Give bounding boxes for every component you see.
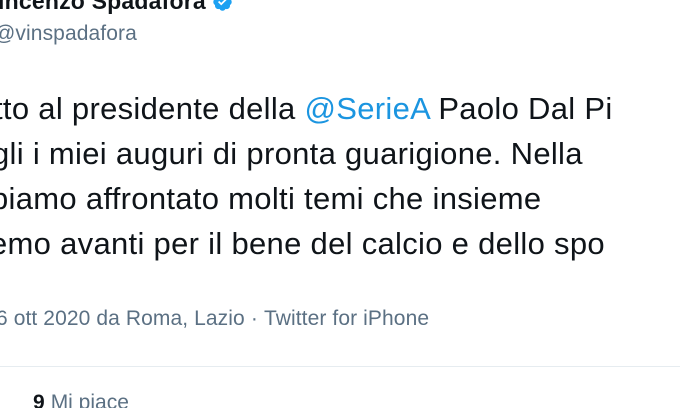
tweet-text-line: tto al presidente della @SerieA Paolo Da… [0, 86, 680, 131]
tweet-text: tto al presidente della @SerieA Paolo Da… [0, 86, 680, 266]
tweet-card: incenzo Spadafora @vinspadafora tto al p… [0, 0, 680, 408]
likes-label: Mi piace [50, 391, 129, 408]
tweet-source-link[interactable]: Twitter for iPhone [264, 307, 429, 330]
tweet-text-segment: Paolo Dal Pi [429, 91, 613, 126]
display-name[interactable]: incenzo Spadafora [0, 0, 206, 15]
meta-separator: · [250, 307, 258, 330]
tweet-timestamp-location[interactable]: 6 ott 2020 da Roma, Lazio [0, 307, 245, 330]
divider [0, 366, 680, 367]
likes-stat[interactable]: 9 Mi piace [33, 391, 129, 408]
mention-link[interactable]: @SerieA [305, 91, 430, 126]
user-handle[interactable]: @vinspadafora [0, 22, 233, 46]
tweet-header: incenzo Spadafora @vinspadafora [0, 0, 233, 48]
tweet-text-line: biamo affrontato molti temi che insieme [0, 181, 542, 216]
likes-count: 9 [33, 391, 45, 408]
tweet-meta: 6 ott 2020 da Roma, Lazio · Twitter for iP… [0, 307, 429, 331]
tweet-text-segment: tto al presidente della [0, 91, 305, 126]
tweet-text-line: emo avanti per il bene del calcio e dell… [0, 226, 605, 261]
display-name-row: incenzo Spadafora [0, 0, 233, 16]
verified-badge-icon [212, 0, 233, 12]
tweet-text-line: gli i miei auguri di pronta guarigione. … [0, 136, 583, 171]
